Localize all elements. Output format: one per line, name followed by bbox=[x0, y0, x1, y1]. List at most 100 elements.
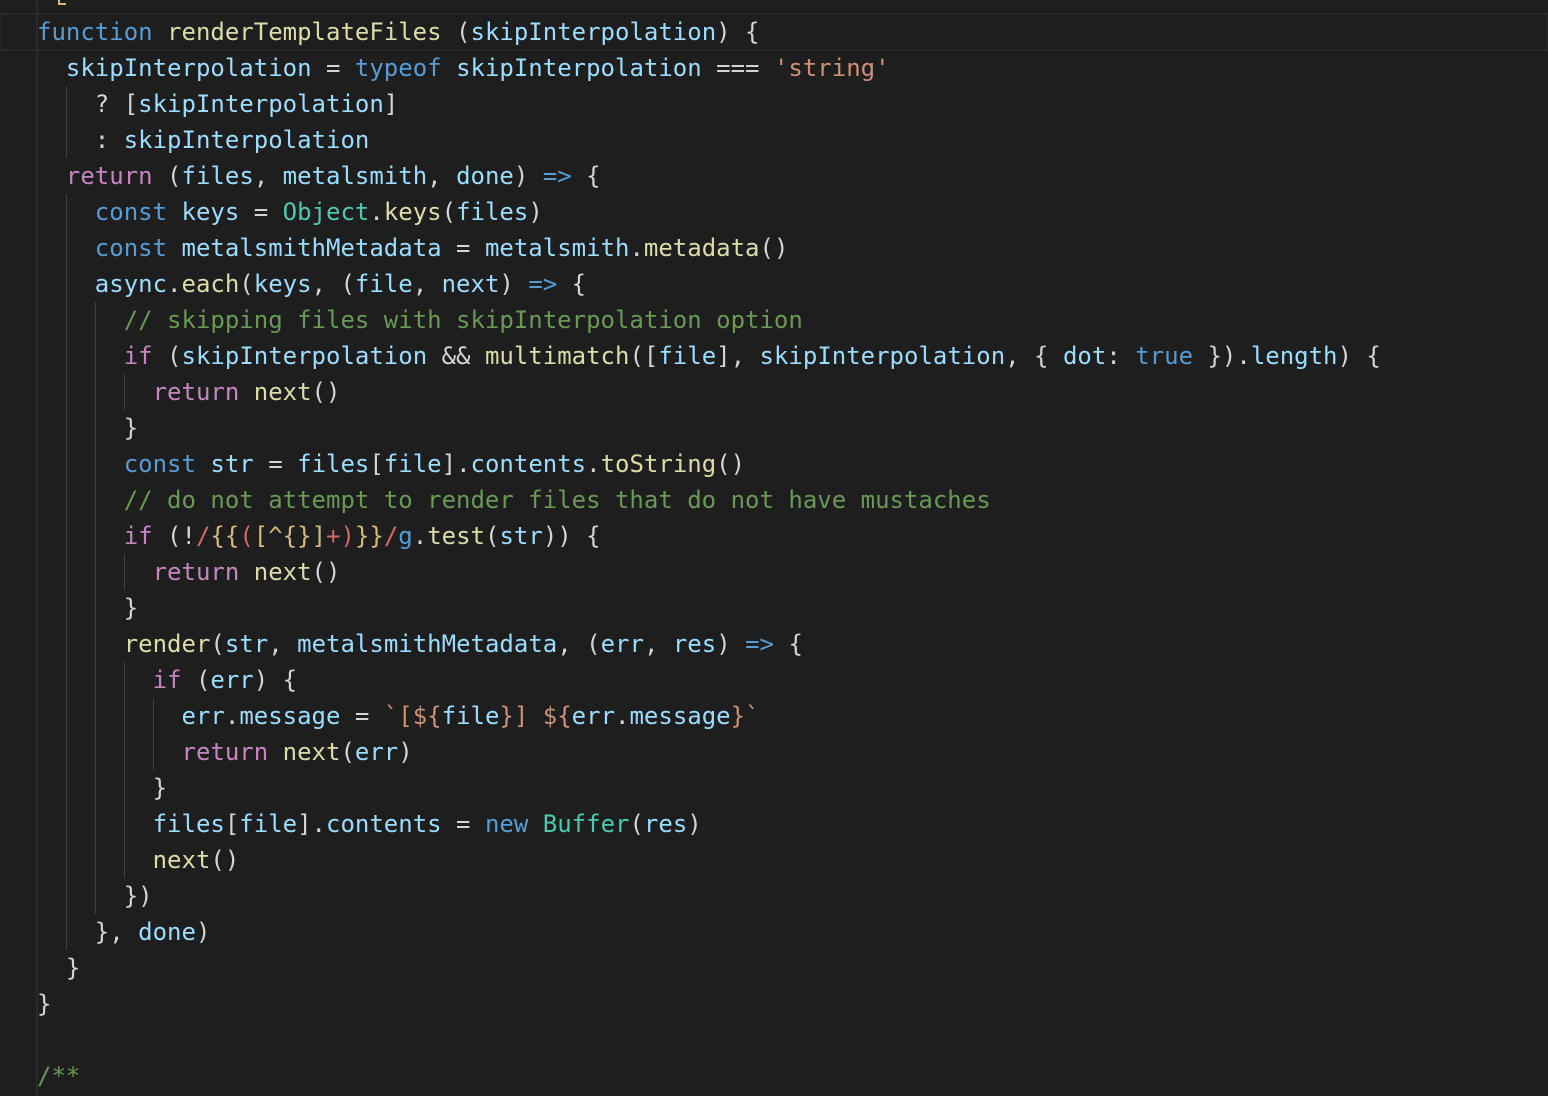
code-token: contents bbox=[326, 810, 442, 838]
code-line[interactable]: /** bbox=[0, 1058, 1548, 1094]
indent-guide bbox=[123, 554, 125, 590]
code-token: dot bbox=[1062, 342, 1107, 370]
code-line[interactable]: return next() bbox=[0, 554, 1548, 590]
code-token: async bbox=[94, 270, 168, 298]
indent-guide bbox=[65, 194, 67, 230]
code-line[interactable]: return next() bbox=[0, 374, 1548, 410]
code-line[interactable]: }, done) bbox=[0, 914, 1548, 950]
code-token: } bbox=[37, 954, 81, 982]
code-token: , bbox=[427, 162, 457, 190]
code-token: const bbox=[94, 234, 168, 262]
code-token: return bbox=[65, 162, 153, 190]
code-line[interactable]: render(str, metalsmithMetadata, (err, re… bbox=[0, 626, 1548, 662]
code-token: new bbox=[484, 810, 529, 838]
code-token: metadata bbox=[643, 234, 760, 262]
code-line[interactable]: } bbox=[0, 986, 1548, 1022]
code-token: ]. bbox=[441, 450, 471, 478]
code-token: skipInterpolation bbox=[759, 342, 1006, 370]
code-line[interactable]: } bbox=[0, 410, 1548, 446]
code-line[interactable]: if (skipInterpolation && multimatch([fil… bbox=[0, 338, 1548, 374]
indent-guide bbox=[65, 770, 67, 806]
code-token: { bbox=[571, 162, 601, 190]
code-line[interactable]: // do not attempt to render files that d… bbox=[0, 482, 1548, 518]
code-token: ) { bbox=[253, 666, 298, 694]
code-line[interactable]: return next(err) bbox=[0, 734, 1548, 770]
code-token: = bbox=[441, 810, 485, 838]
code-line[interactable]: } bbox=[0, 950, 1548, 986]
code-token: test bbox=[427, 522, 485, 550]
code-line[interactable]: ? [skipInterpolation] bbox=[0, 86, 1548, 122]
code-token: file bbox=[441, 702, 500, 730]
indent-guide bbox=[65, 482, 67, 518]
code-token: ( bbox=[239, 270, 254, 298]
code-token: file bbox=[658, 342, 717, 370]
code-area[interactable]: function renderTemplateFiles (skipInterp… bbox=[0, 13, 1548, 1094]
code-token: const bbox=[94, 198, 168, 226]
code-token: multimatch bbox=[484, 342, 630, 370]
indent-guide bbox=[152, 734, 154, 770]
code-token: res bbox=[672, 630, 717, 658]
code-token: next bbox=[441, 270, 500, 298]
indent-guide bbox=[123, 734, 125, 770]
code-token: done bbox=[138, 918, 196, 946]
code-token: return bbox=[152, 378, 240, 406]
code-line[interactable]: files[file].contents = new Buffer(res) bbox=[0, 806, 1548, 842]
code-line[interactable]: }) bbox=[0, 878, 1548, 914]
code-line[interactable]: if (err) { bbox=[0, 662, 1548, 698]
code-token: ) bbox=[195, 918, 211, 946]
code-editor[interactable]: function renderTemplateFiles (skipInterp… bbox=[0, 0, 1548, 1096]
code-token: next bbox=[253, 378, 312, 406]
code-token: ) bbox=[716, 630, 746, 658]
code-token: ( bbox=[239, 522, 254, 550]
code-token: if bbox=[152, 666, 182, 694]
code-line[interactable]: // skipping files with skipInterpolation… bbox=[0, 302, 1548, 338]
code-token: }` bbox=[730, 702, 760, 730]
code-token: const bbox=[123, 450, 196, 478]
code-line[interactable]: async.each(keys, (file, next) => { bbox=[0, 266, 1548, 302]
code-token: ([ bbox=[629, 342, 659, 370]
code-token: } bbox=[37, 774, 168, 802]
code-token: res bbox=[643, 810, 688, 838]
code-token: [ bbox=[224, 810, 240, 838]
code-line[interactable]: const keys = Object.keys(files) bbox=[0, 194, 1548, 230]
code-line[interactable]: function renderTemplateFiles (skipInterp… bbox=[0, 13, 1548, 51]
code-line[interactable]: err.message = `[${file}] ${err.message}` bbox=[0, 698, 1548, 734]
code-token: ) { bbox=[1337, 342, 1381, 370]
indent-guide bbox=[123, 842, 125, 878]
code-line[interactable]: skipInterpolation = typeof skipInterpola… bbox=[0, 50, 1548, 86]
code-line[interactable]: const str = files[file].contents.toStrin… bbox=[0, 446, 1548, 482]
indent-guide bbox=[65, 698, 67, 734]
code-token: if bbox=[123, 522, 153, 550]
indent-guide bbox=[65, 374, 67, 410]
code-line[interactable] bbox=[0, 1022, 1548, 1058]
code-token: g bbox=[398, 522, 413, 550]
code-token: skipInterpolation bbox=[470, 18, 717, 46]
code-token: = bbox=[311, 54, 355, 82]
code-line[interactable]: const metalsmithMetadata = metalsmith.me… bbox=[0, 230, 1548, 266]
code-line[interactable]: if (!/{{([^{}]+)}}/g.test(str)) { bbox=[0, 518, 1548, 554]
code-token: () bbox=[311, 378, 341, 406]
code-token: metalsmith bbox=[484, 234, 630, 262]
code-token: skipInterpolation bbox=[123, 126, 370, 154]
code-token: ]. bbox=[297, 810, 326, 838]
indent-guide bbox=[94, 878, 96, 914]
code-token: } bbox=[37, 594, 139, 622]
indent-guide bbox=[94, 806, 96, 842]
code-line[interactable]: return (files, metalsmith, done) => { bbox=[0, 158, 1548, 194]
code-token: (! bbox=[152, 522, 196, 550]
indent-guide bbox=[94, 662, 96, 698]
code-token: ( bbox=[210, 630, 225, 658]
code-token: {{ bbox=[210, 522, 240, 550]
code-token: files bbox=[456, 198, 529, 226]
code-line[interactable]: } bbox=[0, 590, 1548, 626]
indent-guide bbox=[123, 770, 125, 806]
code-line[interactable]: } bbox=[0, 770, 1548, 806]
code-line[interactable]: next() bbox=[0, 842, 1548, 878]
code-line[interactable]: : skipInterpolation bbox=[0, 122, 1548, 158]
indent-guide bbox=[65, 734, 67, 770]
